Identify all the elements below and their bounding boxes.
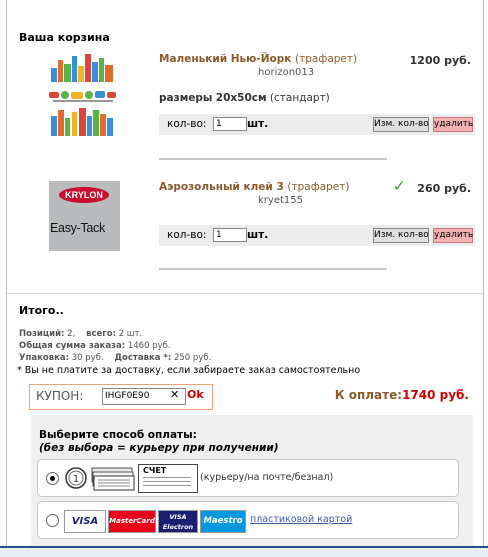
item-name[interactable]: Аэрозольный клей 3 <box>159 181 284 193</box>
size-value: 20x50см <box>215 92 267 104</box>
item-name[interactable]: Маленький Нью-Йорк <box>159 53 291 65</box>
summary-sum: Общая сумма заказа: 1460 руб. <box>19 341 171 351</box>
item-price: 260 руб. <box>417 182 471 195</box>
item-title[interactable]: Маленький Нью-Йорк (трафарет) <box>159 53 357 65</box>
payment-subtitle: (без выбора = курьеру при получении) <box>39 442 279 454</box>
visa-electron-icon: VISA Electron <box>158 510 198 533</box>
banknotes-icon <box>91 467 135 491</box>
invoice-tag: СЧЕТ <box>143 466 167 475</box>
payment-option-card[interactable]: VISA MasterCard VISA Electron Maestro пл… <box>37 501 459 539</box>
total-value: 2 шт. <box>118 329 143 339</box>
to-pay: К оплате:1740 руб. <box>335 388 469 402</box>
qty-unit: шт. <box>247 229 269 241</box>
visa-icon: VISA <box>64 510 106 533</box>
coupon-box: КУПОН: IHGF0E90 ✕ Ok <box>29 384 213 410</box>
qty-input[interactable] <box>213 117 247 131</box>
qty-label: кол-во: <box>167 229 207 241</box>
totals-title: Итого.. <box>19 304 64 317</box>
sum-value: 1460 руб. <box>127 341 171 351</box>
payment-radio-cash[interactable] <box>46 472 59 485</box>
maestro-icon: Maestro <box>200 510 246 533</box>
item-type: (трафарет) <box>287 181 350 193</box>
item-size: размеры 20x50см (стандарт) <box>159 92 330 104</box>
payment-radio-card[interactable] <box>46 514 59 527</box>
update-qty-button[interactable]: Изм. кол-во <box>373 228 429 243</box>
item-separator <box>159 268 387 270</box>
coupon-clear-icon[interactable]: ✕ <box>170 388 179 401</box>
coupon-ok-button[interactable]: Ok <box>187 388 204 401</box>
window-bottom-bar <box>0 546 488 557</box>
qty-label: кол-во: <box>167 118 207 130</box>
qty-unit: шт. <box>247 118 269 130</box>
item-thumbnail-cityscape[interactable] <box>45 50 121 138</box>
item-code: kryet155 <box>258 195 303 206</box>
summary-pack-delivery: Упаковка: 30 руб. Доставка *: 250 руб. <box>19 353 211 363</box>
checkmark-icon: ✓ <box>393 177 406 195</box>
to-pay-label: К оплате: <box>334 388 403 402</box>
delivery-value: 250 руб. <box>173 353 212 363</box>
sum-label: Общая сумма заказа: <box>19 341 126 351</box>
delete-item-button[interactable]: удалить <box>433 228 473 243</box>
positions-label: Позиций: <box>19 329 65 339</box>
svg-text:1: 1 <box>73 474 79 485</box>
delete-item-button[interactable]: удалить <box>433 117 473 132</box>
payment-option-cash[interactable]: 1 СЧЕТ (курьеру/на почте/безнал) <box>37 459 459 497</box>
pack-label: Упаковка: <box>19 353 70 363</box>
item-title[interactable]: Аэрозольный клей 3 (трафарет) <box>159 181 349 193</box>
item-code: horizon013 <box>258 67 315 78</box>
qty-row: кол-во: шт. Изм. кол-во удалить <box>159 225 475 246</box>
pack-value: 30 руб. <box>71 353 104 363</box>
size-type: (стандарт) <box>269 92 330 104</box>
item-separator <box>159 158 387 160</box>
payment-panel: Выберите способ оплаты: (без выбора = ку… <box>31 415 473 548</box>
mastercard-icon: MasterCard <box>108 510 156 533</box>
totals-divider <box>7 293 483 294</box>
positions-value: 2, <box>67 329 76 339</box>
update-qty-button[interactable]: Изм. кол-во <box>373 117 429 132</box>
item-type: (трафарет) <box>295 53 358 65</box>
product-label-text: Easy-Tack <box>50 221 105 235</box>
total-label: всего: <box>86 329 116 339</box>
krylon-logo: KRYLON <box>59 187 109 203</box>
size-label: размеры <box>159 92 213 104</box>
delivery-label: Доставка *: <box>114 353 172 363</box>
cart-frame: Ваша корзина Маленький Нью-Йорк (трафаре… <box>6 0 484 548</box>
payment-cash-text: (курьеру/на почте/безнал) <box>200 472 334 483</box>
summary-positions: Позиций: 2, всего: 2 шт. <box>19 329 142 339</box>
invoice-icon: СЧЕТ <box>138 464 198 493</box>
item-price: 1200 руб. <box>409 54 471 67</box>
cart-title: Ваша корзина <box>19 31 110 44</box>
payment-title: Выберите способ оплаты: <box>39 429 197 441</box>
delivery-note: * Вы не платите за доставку, если забира… <box>17 365 361 376</box>
payment-card-link[interactable]: пластиковой картой <box>250 514 352 525</box>
qty-row: кол-во: шт. Изм. кол-во удалить <box>159 114 475 135</box>
coupon-label: КУПОН: <box>36 389 84 403</box>
to-pay-amount: 1740 руб. <box>402 388 469 402</box>
qty-input[interactable] <box>213 228 247 242</box>
item-thumbnail-krylon[interactable]: KRYLON Easy-Tack <box>49 181 120 251</box>
coin-icon: 1 <box>65 467 87 489</box>
